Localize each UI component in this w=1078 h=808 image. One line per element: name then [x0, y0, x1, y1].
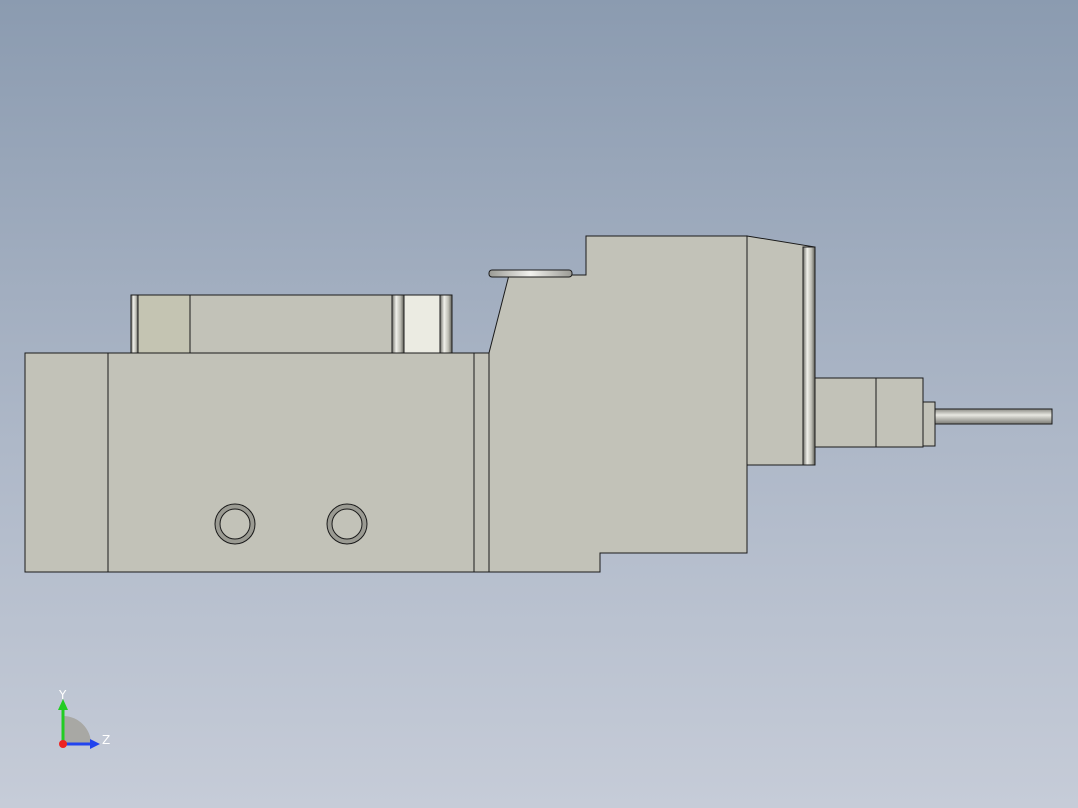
top-block-right-curve	[439, 294, 453, 354]
z-arrow-icon	[90, 739, 100, 749]
coordinate-triad: Y Z	[58, 688, 110, 749]
z-axis-label: Z	[102, 733, 110, 747]
valve-body[interactable]	[107, 352, 475, 573]
y-axis-label: Y	[58, 688, 67, 702]
triad-quadrant	[63, 716, 91, 744]
left-end-cap[interactable]	[24, 352, 110, 573]
top-block-middle[interactable]	[189, 294, 393, 354]
cable-gland-nut[interactable]	[875, 377, 924, 448]
x-axis-icon	[59, 740, 67, 748]
cable[interactable]	[934, 408, 1053, 425]
graphics-viewport[interactable]: Y Z	[0, 0, 1078, 808]
top-block-left[interactable]	[130, 294, 191, 354]
top-block-right-edge	[391, 294, 405, 354]
solenoid-housing[interactable]	[488, 235, 748, 573]
cable-gland-tip[interactable]	[922, 401, 936, 447]
port-1[interactable]	[214, 503, 256, 545]
model-view[interactable]: Y Z	[0, 0, 1078, 808]
mounting-tab[interactable]	[488, 269, 573, 278]
valve-assembly[interactable]	[24, 235, 1053, 573]
cable-gland-body[interactable]	[814, 377, 877, 448]
body-spacer[interactable]	[473, 352, 490, 573]
top-block-right-face[interactable]	[403, 294, 441, 354]
top-block-left-edge	[130, 294, 139, 354]
port-2[interactable]	[326, 503, 368, 545]
connector-flange[interactable]	[802, 246, 816, 466]
